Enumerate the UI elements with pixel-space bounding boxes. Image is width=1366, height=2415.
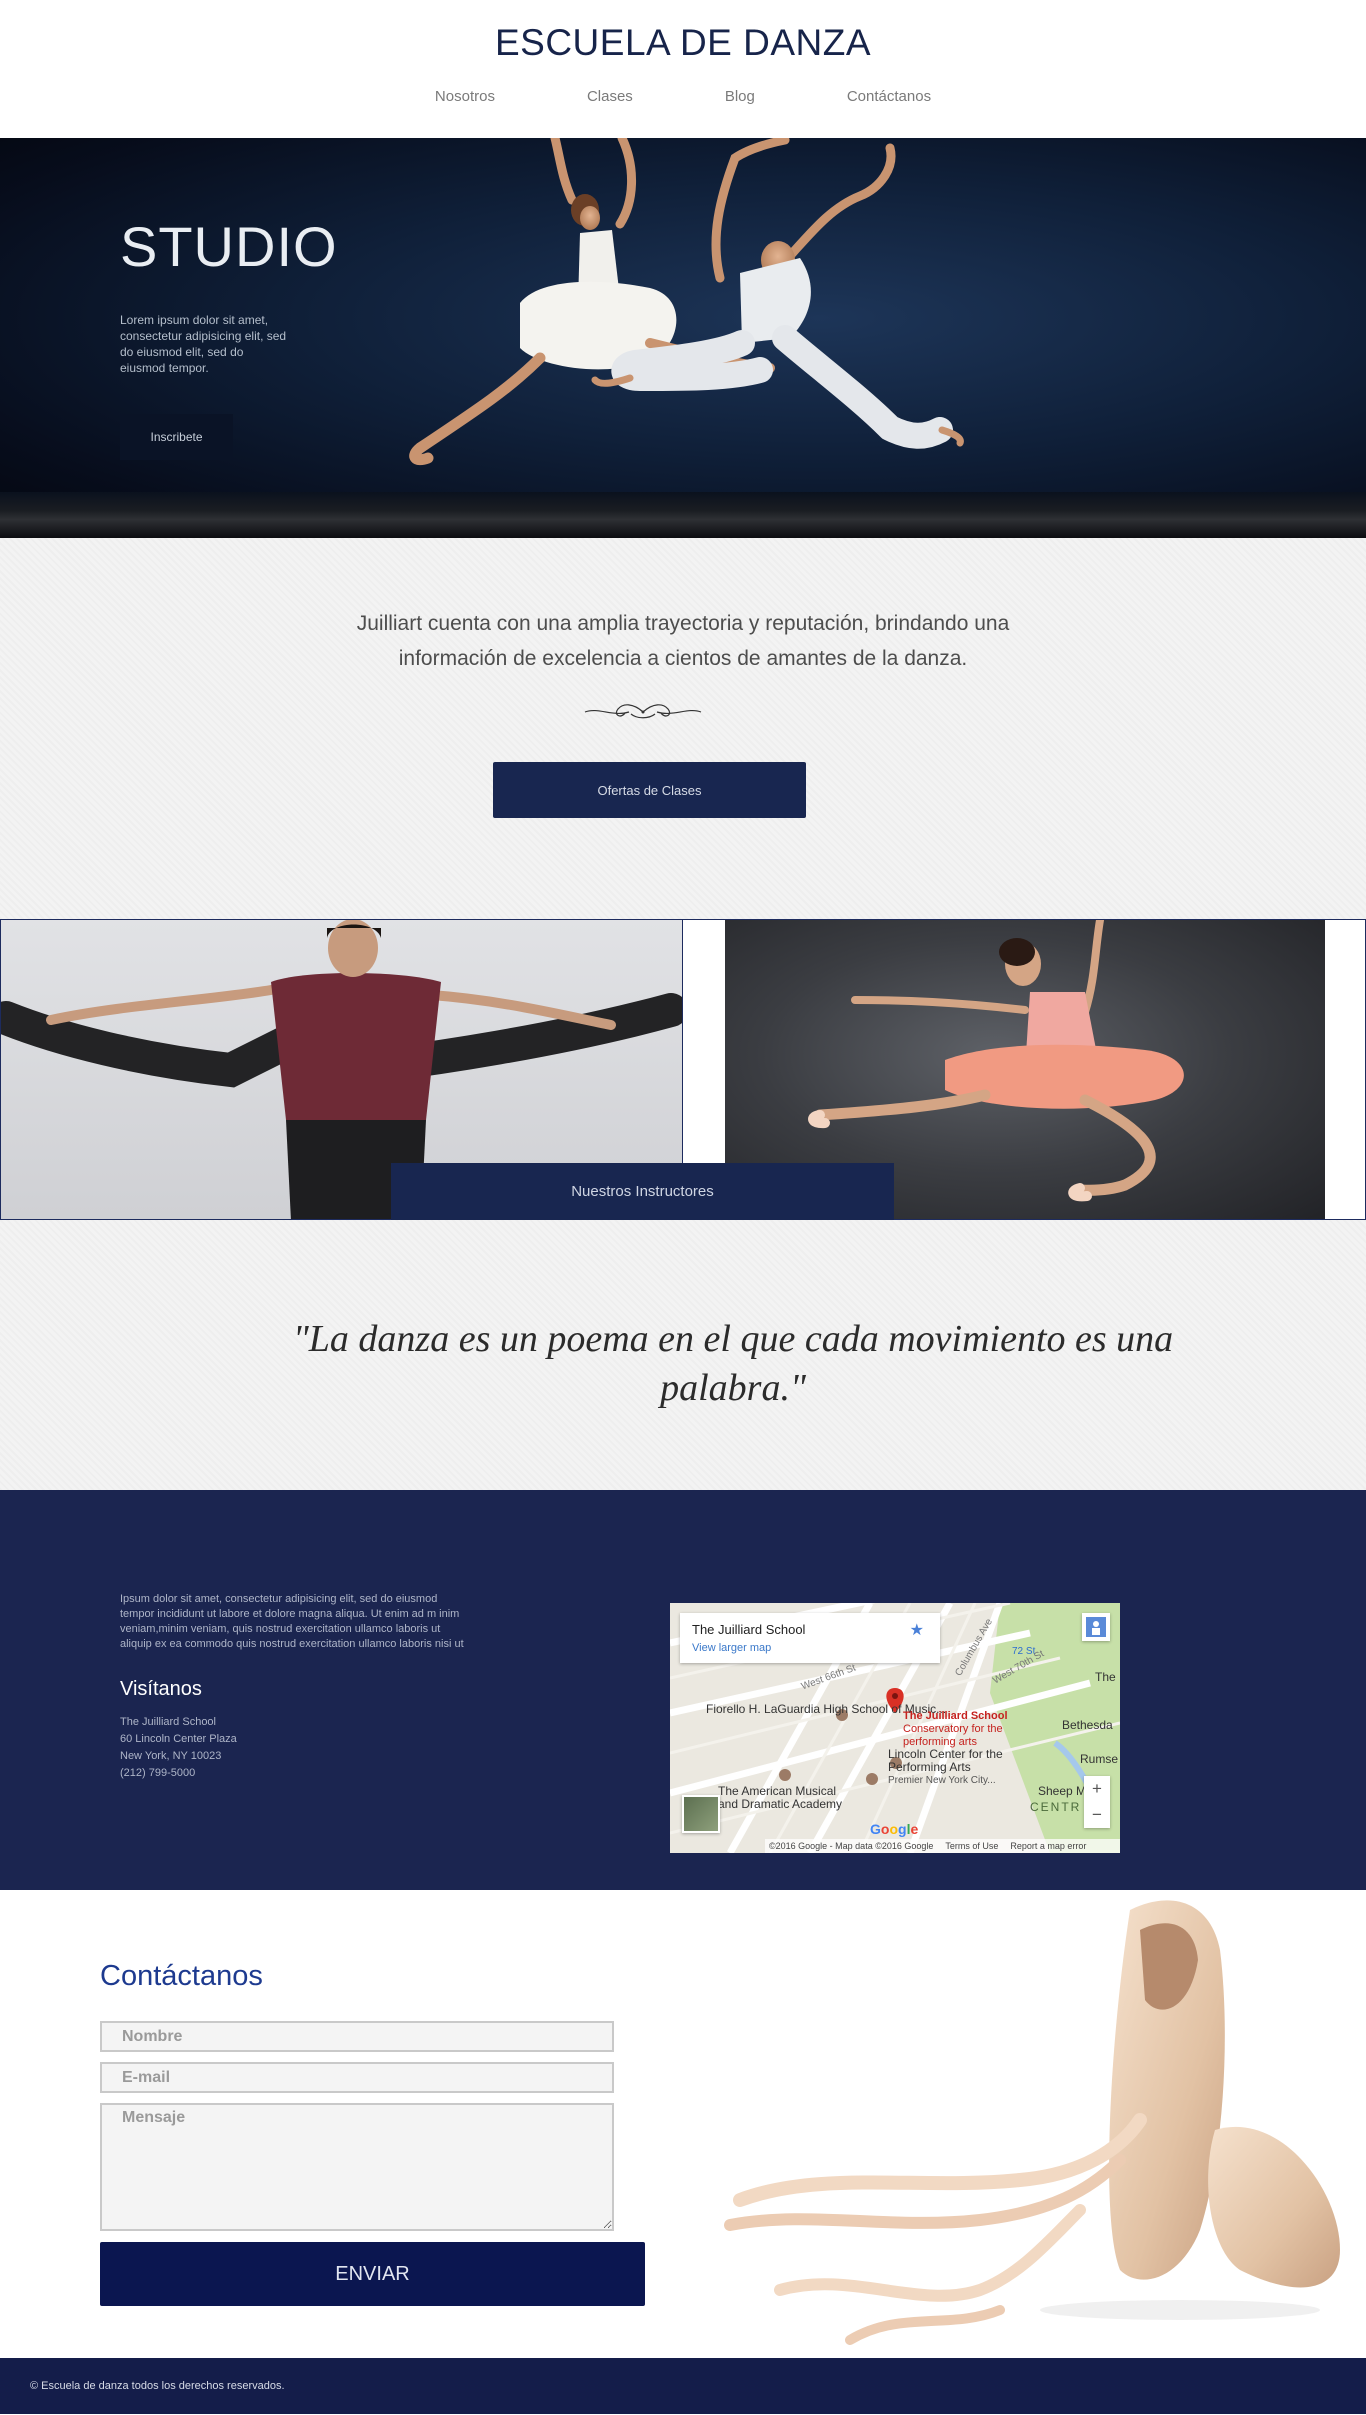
stage-floor bbox=[0, 492, 1366, 538]
map-label-american-academy: The American Musical and Dramatic Academ… bbox=[718, 1784, 843, 1811]
report-map-error-link[interactable]: Report a map error bbox=[1010, 1841, 1086, 1851]
map-label-lincoln-sub: Premier New York City... bbox=[888, 1775, 996, 1786]
map-copyright: ©2016 Google - Map data ©2016 Google bbox=[769, 1841, 934, 1851]
main-nav: Nosotros Clases Blog Contáctanos bbox=[0, 88, 1366, 105]
ornament-divider-icon bbox=[584, 704, 702, 719]
map-label-bethesda: Bethesda bbox=[1062, 1718, 1113, 1732]
address-block: The Juilliard School 60 Lincoln Center P… bbox=[120, 1714, 237, 1782]
nuestros-instructores-button[interactable]: Nuestros Instructores bbox=[391, 1163, 894, 1220]
inscribete-button[interactable]: Inscribete bbox=[120, 414, 233, 460]
save-star-icon[interactable]: ★ bbox=[910, 1620, 924, 1640]
address-line: The Juilliard School bbox=[120, 1716, 216, 1728]
copyright-text: © Escuela de danza todos los derechos re… bbox=[30, 2380, 285, 2392]
map-label-sheep-meadow: Sheep M bbox=[1038, 1784, 1087, 1798]
intro-text: Juilliart cuenta con una amplia trayecto… bbox=[356, 612, 1010, 670]
phone-number[interactable]: (212) 799-5000 bbox=[120, 1765, 237, 1782]
google-logo: Google bbox=[870, 1821, 919, 1837]
visit-paragraph: Ipsum dolor sit amet, consectetur adipis… bbox=[120, 1593, 464, 1650]
dance-quote: "La danza es un poema en el que cada mov… bbox=[292, 1318, 1174, 1409]
nav-item-blog[interactable]: Blog bbox=[725, 88, 755, 105]
visit-section: Ipsum dolor sit amet, consectetur adipis… bbox=[0, 1490, 1366, 1890]
enviar-button[interactable]: ENVIAR bbox=[100, 2242, 645, 2306]
view-larger-map-link[interactable]: View larger map bbox=[692, 1642, 771, 1654]
ballet-shoes-image bbox=[724, 1900, 1340, 2345]
quote-section: "La danza es un poema en el que cada mov… bbox=[0, 1220, 1366, 1490]
instructors-gallery: Nuestros Instructores bbox=[0, 919, 1366, 1220]
address-line: New York, NY 10023 bbox=[120, 1750, 222, 1762]
map-label-the: The bbox=[1095, 1670, 1116, 1684]
map-footer-bar: ©2016 Google - Map data ©2016 Google Ter… bbox=[765, 1839, 1120, 1853]
contact-section: Contáctanos ENVIAR bbox=[0, 1890, 1366, 2358]
map-zoom-control: + − bbox=[1084, 1776, 1110, 1828]
google-map[interactable]: The Juilliard School View larger map ★ F… bbox=[670, 1603, 1120, 1853]
ofertas-de-clases-button[interactable]: Ofertas de Clases bbox=[493, 762, 806, 818]
map-label-juilliard-sub: Conservatory for the performing arts bbox=[903, 1723, 1003, 1748]
name-input[interactable] bbox=[100, 2021, 614, 2052]
map-label-central: CENTR bbox=[1030, 1800, 1082, 1814]
message-textarea[interactable] bbox=[100, 2103, 614, 2231]
nav-item-contactanos[interactable]: Contáctanos bbox=[847, 88, 931, 105]
map-label-juilliard-name: The Juilliard School bbox=[903, 1710, 1008, 1722]
nav-item-nosotros[interactable]: Nosotros bbox=[435, 88, 495, 105]
terms-of-use-link[interactable]: Terms of Use bbox=[945, 1841, 998, 1851]
zoom-out-button[interactable]: − bbox=[1084, 1802, 1110, 1828]
nav-item-clases[interactable]: Clases bbox=[587, 88, 633, 105]
intro-section: Juilliart cuenta con una amplia trayecto… bbox=[0, 538, 1366, 919]
satellite-thumbnail[interactable] bbox=[682, 1795, 720, 1833]
map-label-rumsey: Rumse bbox=[1080, 1752, 1119, 1766]
hero-section: STUDIO Lorem ipsum dolor sit amet, conse… bbox=[0, 138, 1366, 538]
map-info-card: The Juilliard School View larger map ★ bbox=[680, 1613, 940, 1663]
hero-title: STUDIO bbox=[120, 215, 338, 278]
street-view-pegman-icon[interactable] bbox=[1082, 1613, 1110, 1641]
email-input[interactable] bbox=[100, 2062, 614, 2093]
map-place-title: The Juilliard School bbox=[692, 1622, 806, 1637]
map-label-lincoln: Lincoln Center for the Performing Arts bbox=[888, 1747, 1003, 1774]
site-header: ESCUELA DE DANZA Nosotros Clases Blog Co… bbox=[0, 0, 1366, 138]
visit-heading: Visítanos bbox=[120, 1678, 202, 1700]
hero-dancers-image bbox=[409, 138, 964, 466]
hero-text: Lorem ipsum dolor sit amet, consectetur … bbox=[120, 313, 287, 375]
site-title[interactable]: ESCUELA DE DANZA bbox=[0, 22, 1366, 64]
address-line: 60 Lincoln Center Plaza bbox=[120, 1733, 237, 1745]
map-label-juilliard: The Juilliard School Conservatory for th… bbox=[903, 1710, 1013, 1749]
zoom-in-button[interactable]: + bbox=[1084, 1776, 1110, 1802]
site-footer: © Escuela de danza todos los derechos re… bbox=[0, 2358, 1366, 2414]
contact-title: Contáctanos bbox=[100, 1960, 263, 1992]
